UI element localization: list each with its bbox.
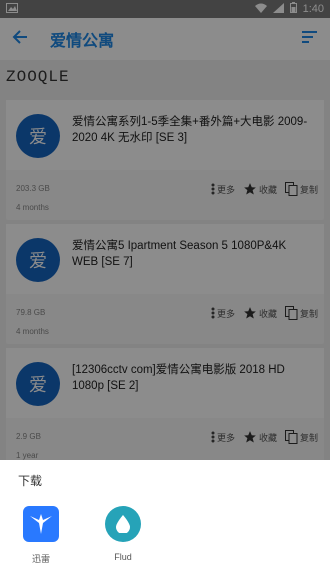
more-label: 更多 [216,432,235,443]
more-vert-icon [211,431,215,443]
result-title[interactable]: [12306cctv com]爱情公寓电影版 2018 HD 1080p [SE… [72,362,314,394]
result-title[interactable]: 爱情公寓系列1-5季全集+番外篇+大电影 2009-2020 4K 无水印 [S… [72,114,314,146]
more-button[interactable]: 更多 [211,183,235,196]
result-card[interactable]: 爱 爱情公寓系列1-5季全集+番外篇+大电影 2009-2020 4K 无水印 … [6,100,324,220]
result-age: 4 months [16,203,49,212]
favorite-button[interactable]: 收藏 [243,430,277,444]
result-card[interactable]: 爱 [12306cctv com]爱情公寓电影版 2018 HD 1080p [… [6,348,324,460]
page-title: 爱情公寓 [50,33,115,50]
signal-icon [272,2,284,16]
favorite-button[interactable]: 收藏 [243,306,277,320]
clock: 1:40 [302,3,324,15]
app-label: 迅雷 [31,554,50,564]
more-button[interactable]: 更多 [211,307,235,320]
sheet-title: 下载 [18,474,43,488]
result-card[interactable]: 爱 爱情公寓5 Ipartment Season 5 1080P&4K WEB … [6,224,324,344]
xunlei-bird-icon [23,506,59,542]
copy-button[interactable]: 复制 [284,182,318,196]
more-vert-icon [211,307,215,319]
copy-label: 复制 [299,432,318,443]
favorite-button[interactable]: 收藏 [243,182,277,196]
app-bar: 爱情公寓 [0,18,330,60]
sort-icon[interactable] [302,30,318,49]
star-icon [244,183,256,195]
copy-icon [284,430,298,444]
more-button[interactable]: 更多 [211,431,235,444]
gallery-notification-icon [6,2,18,16]
back-arrow-icon[interactable] [12,29,28,50]
favorite-label: 收藏 [258,432,277,443]
favorite-label: 收藏 [258,184,277,195]
more-label: 更多 [216,184,235,195]
battery-icon [289,2,297,16]
copy-button[interactable]: 复制 [284,306,318,320]
copy-label: 复制 [299,308,318,319]
star-icon [244,307,256,319]
copy-icon [284,182,298,196]
app-label: Flud [114,552,132,562]
star-icon [244,431,256,443]
status-bar: 1:40 [0,0,330,18]
favorite-label: 收藏 [258,308,277,319]
avatar: 爱 [16,362,60,406]
avatar: 爱 [16,114,60,158]
flud-drop-icon [105,506,141,542]
copy-button[interactable]: 复制 [284,430,318,444]
app-option-xunlei[interactable]: 迅雷 [11,506,71,565]
result-title[interactable]: 爱情公寓5 Ipartment Season 5 1080P&4K WEB [S… [72,238,314,270]
copy-label: 复制 [299,184,318,195]
site-brand: ZOOQLE [6,68,70,86]
wifi-icon [254,3,267,16]
result-age: 1 year [16,451,39,460]
more-vert-icon [211,183,215,195]
copy-icon [284,306,298,320]
result-age: 4 months [16,327,49,336]
results-content: ZOOQLE 爱 爱情公寓系列1-5季全集+番外篇+大电影 2009-2020 … [0,60,330,460]
avatar: 爱 [16,238,60,282]
app-option-flud[interactable]: Flud [93,506,153,562]
download-bottom-sheet: 下载 迅雷 Flud [0,460,330,586]
more-label: 更多 [216,308,235,319]
